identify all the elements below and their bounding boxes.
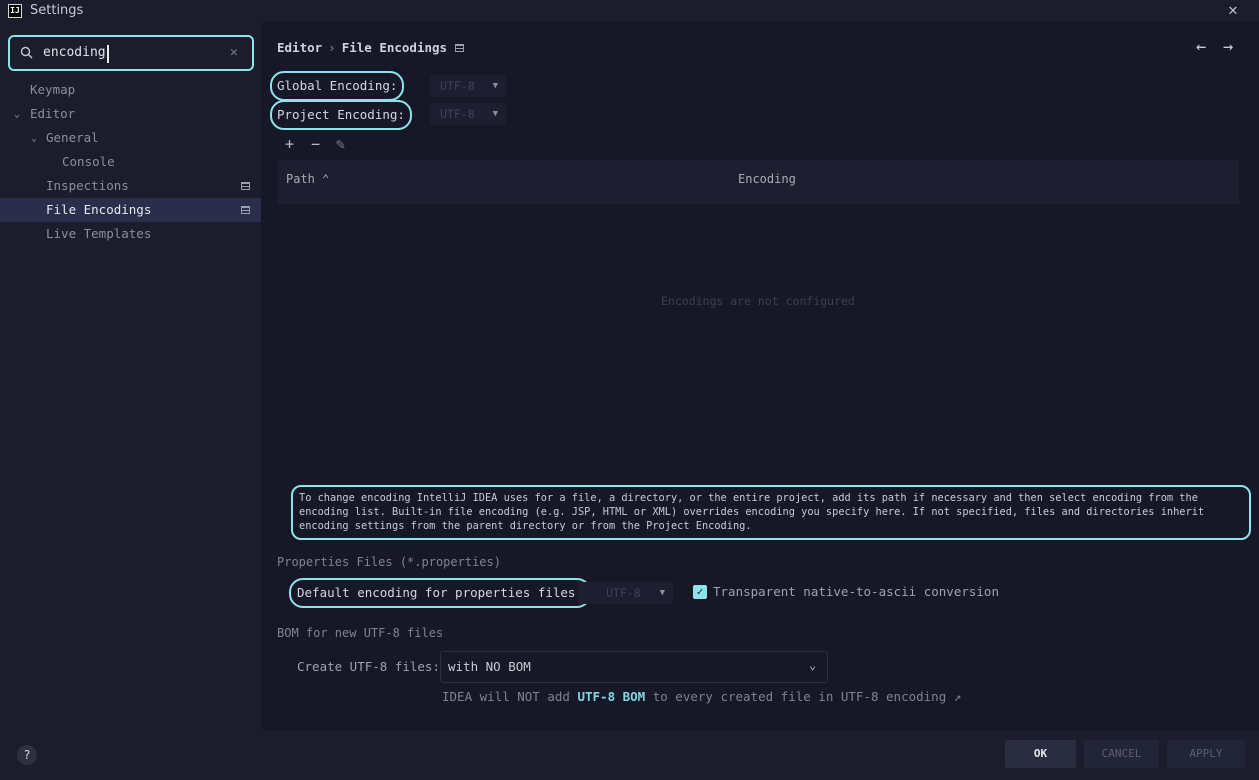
project-settings-icon bbox=[241, 206, 250, 214]
search-query: encoding bbox=[43, 45, 106, 60]
add-icon[interactable]: + bbox=[285, 135, 294, 153]
bom-hint-suffix: to every created file in UTF-8 encoding … bbox=[645, 689, 962, 704]
transparent-conversion-label[interactable]: Transparent native-to-ascii conversion bbox=[713, 584, 999, 599]
properties-section-title: Properties Files (*.properties) bbox=[277, 555, 501, 569]
breadcrumb: Editor › File Encodings bbox=[277, 40, 447, 55]
utf8-bom-link[interactable]: UTF-8 BOM bbox=[577, 689, 645, 704]
window-title: Settings bbox=[30, 3, 84, 18]
create-utf8-value: with NO BOM bbox=[448, 659, 531, 674]
sidebar-item-console[interactable]: Console bbox=[62, 150, 242, 174]
bom-hint: IDEA will NOT add UTF-8 BOM to every cre… bbox=[442, 689, 961, 704]
help-button[interactable]: ? bbox=[17, 745, 37, 765]
app-logo-icon: IJ bbox=[8, 4, 22, 18]
chevron-down-icon[interactable]: ⌄ bbox=[31, 133, 41, 144]
chevron-down-icon[interactable]: ⌄ bbox=[14, 109, 24, 120]
text-caret bbox=[107, 45, 109, 63]
global-encoding-value: UTF-8 bbox=[440, 79, 475, 93]
transparent-conversion-checkbox[interactable]: ✓ bbox=[693, 585, 707, 599]
breadcrumb-separator: › bbox=[328, 40, 336, 55]
column-header-path-label: Path bbox=[286, 172, 315, 186]
sidebar-item-editor[interactable]: Editor bbox=[30, 102, 250, 126]
sidebar-item-file-encodings[interactable]: File Encodings bbox=[0, 198, 261, 222]
create-utf8-select[interactable]: with NO BOM ⌄ bbox=[440, 651, 828, 683]
global-encoding-label: Global Encoding: bbox=[270, 71, 405, 101]
sidebar-item-general[interactable]: General bbox=[46, 126, 246, 150]
properties-encoding-dropdown[interactable]: UTF-8 ▼ bbox=[578, 582, 673, 604]
dropdown-arrow-icon: ▼ bbox=[492, 109, 498, 119]
chevron-down-icon: ⌄ bbox=[809, 658, 817, 672]
sidebar-item-live-templates[interactable]: Live Templates bbox=[46, 222, 246, 246]
info-text: To change encoding IntelliJ IDEA uses fo… bbox=[291, 485, 1251, 540]
column-header-path[interactable]: Path ⌃ bbox=[286, 172, 329, 186]
close-window-icon[interactable]: ✕ bbox=[1224, 1, 1242, 19]
dropdown-arrow-icon: ▼ bbox=[492, 81, 498, 91]
clear-search-icon[interactable]: ✕ bbox=[230, 45, 238, 60]
forward-arrow-icon[interactable]: → bbox=[1223, 37, 1233, 57]
title-bar: IJ Settings ✕ bbox=[0, 0, 1259, 22]
project-settings-icon bbox=[455, 44, 464, 52]
project-settings-icon bbox=[241, 182, 250, 190]
project-encoding-value: UTF-8 bbox=[440, 107, 475, 121]
table-empty-message: Encodings are not configured bbox=[661, 294, 855, 308]
back-arrow-icon[interactable]: ← bbox=[1196, 37, 1206, 57]
cancel-button[interactable]: CANCEL bbox=[1084, 740, 1159, 768]
table-header: Path ⌃ Encoding bbox=[278, 160, 1239, 204]
apply-button[interactable]: APPLY bbox=[1167, 740, 1245, 768]
remove-icon[interactable]: − bbox=[311, 135, 320, 153]
properties-encoding-value: UTF-8 bbox=[606, 586, 641, 600]
edit-icon[interactable]: ✎ bbox=[336, 135, 345, 153]
search-input[interactable]: encoding ✕ bbox=[8, 35, 254, 71]
bom-section-title: BOM for new UTF-8 files bbox=[277, 626, 444, 640]
default-properties-encoding-label: Default encoding for properties files: bbox=[289, 578, 591, 608]
column-header-encoding[interactable]: Encoding bbox=[738, 172, 796, 186]
ok-button[interactable]: OK bbox=[1005, 740, 1076, 768]
breadcrumb-parent[interactable]: Editor bbox=[277, 40, 322, 55]
bom-hint-prefix: IDEA will NOT add bbox=[442, 689, 578, 704]
project-encoding-label: Project Encoding: bbox=[270, 100, 412, 130]
dropdown-arrow-icon: ▼ bbox=[659, 588, 665, 598]
sort-indicator-icon: ⌃ bbox=[322, 172, 330, 186]
sidebar-item-inspections[interactable]: Inspections bbox=[46, 174, 236, 198]
sidebar-item-label: File Encodings bbox=[46, 202, 152, 217]
create-utf8-label: Create UTF-8 files: bbox=[297, 659, 440, 674]
project-encoding-dropdown[interactable]: UTF-8 ▼ bbox=[430, 103, 506, 125]
sidebar-item-keymap[interactable]: Keymap bbox=[30, 78, 250, 102]
global-encoding-dropdown[interactable]: UTF-8 ▼ bbox=[430, 75, 506, 97]
breadcrumb-current: File Encodings bbox=[341, 40, 448, 55]
search-icon bbox=[20, 46, 33, 59]
